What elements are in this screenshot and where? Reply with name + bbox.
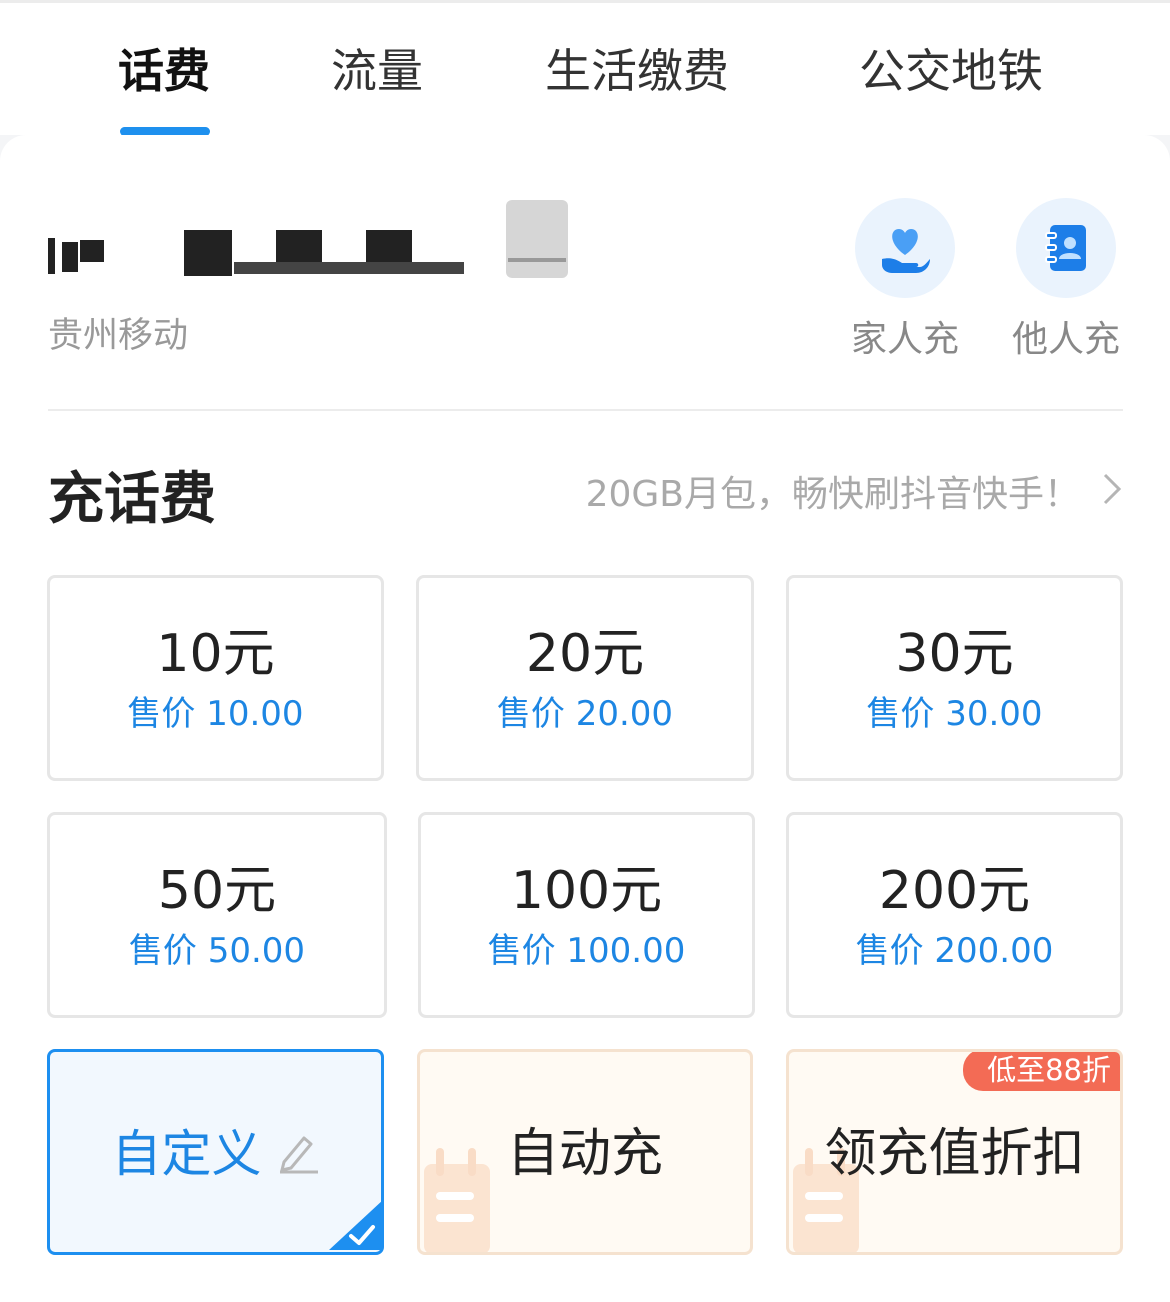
package-price: 售价 20.00: [496, 694, 674, 734]
tab-data[interactable]: 流量: [331, 38, 423, 104]
package-option[interactable]: 10元 售价 10.00: [47, 575, 384, 781]
redaction-mark: [508, 258, 566, 262]
section-title: 充话费: [48, 467, 216, 532]
package-option[interactable]: 30元 售价 30.00: [786, 575, 1123, 781]
promo-text: 20GB月包，畅快刷抖音快手！: [585, 474, 1080, 515]
package-price: 售价 100.00: [487, 931, 686, 971]
package-price: 售价 10.00: [127, 694, 304, 734]
auto-recharge-label: 自动充: [506, 1124, 663, 1184]
auto-recharge-option[interactable]: 自动充: [417, 1049, 753, 1255]
heart-hand-icon: [855, 198, 955, 298]
package-option[interactable]: 50元 售价 50.00: [47, 812, 387, 1018]
other-recharge-button[interactable]: 他人充: [1011, 198, 1121, 363]
custom-amount-label: 自定义: [111, 1125, 262, 1183]
package-option[interactable]: 200元 售价 200.00: [786, 812, 1123, 1018]
redaction-mark: [80, 240, 104, 262]
pencil-icon: [276, 1130, 320, 1178]
package-amount: 50元: [157, 861, 277, 921]
package-amount: 20元: [525, 624, 645, 684]
other-recharge-label: 他人充: [1011, 319, 1120, 360]
family-recharge-label: 家人充: [850, 319, 959, 360]
tab-utilities[interactable]: 生活缴费: [545, 38, 729, 104]
package-price: 售价 200.00: [855, 931, 1054, 971]
package-amount: 100元: [510, 861, 663, 921]
redaction-smear: [506, 200, 568, 278]
package-price: 售价 50.00: [128, 931, 306, 971]
package-amount: 30元: [895, 624, 1014, 684]
discount-coupon-option[interactable]: 领充值折扣 低至88折: [786, 1049, 1123, 1255]
carrier-label: 贵州移动: [48, 316, 189, 356]
redaction-mark: [184, 230, 232, 276]
package-price: 售价 30.00: [866, 694, 1043, 734]
discount-coupon-label: 领充值折扣: [824, 1124, 1085, 1184]
discount-badge: 低至88折: [963, 1052, 1120, 1091]
package-option[interactable]: 100元 售价 100.00: [418, 812, 755, 1018]
contacts-book-icon: [1016, 198, 1116, 298]
phone-number-redacted[interactable]: [48, 200, 588, 280]
promo-link[interactable]: 20GB月包，畅快刷抖音快手！: [586, 470, 1122, 520]
package-amount: 200元: [878, 861, 1031, 921]
selected-check-icon: [329, 1200, 383, 1254]
redaction-mark: [234, 262, 464, 274]
redaction-mark: [62, 242, 78, 272]
family-recharge-button[interactable]: 家人充: [850, 198, 960, 363]
tab-transit[interactable]: 公交地铁: [859, 38, 1043, 104]
package-option[interactable]: 20元 售价 20.00: [416, 575, 754, 781]
divider: [48, 409, 1123, 411]
tab-bar: 话费 流量 生活缴费 公交地铁: [0, 3, 1170, 136]
tab-phone-bill[interactable]: 话费: [118, 38, 210, 104]
redaction-mark: [48, 238, 55, 274]
chevron-right-icon: [1102, 470, 1122, 520]
package-amount: 10元: [156, 624, 275, 684]
custom-amount-option[interactable]: 自定义: [47, 1049, 384, 1255]
